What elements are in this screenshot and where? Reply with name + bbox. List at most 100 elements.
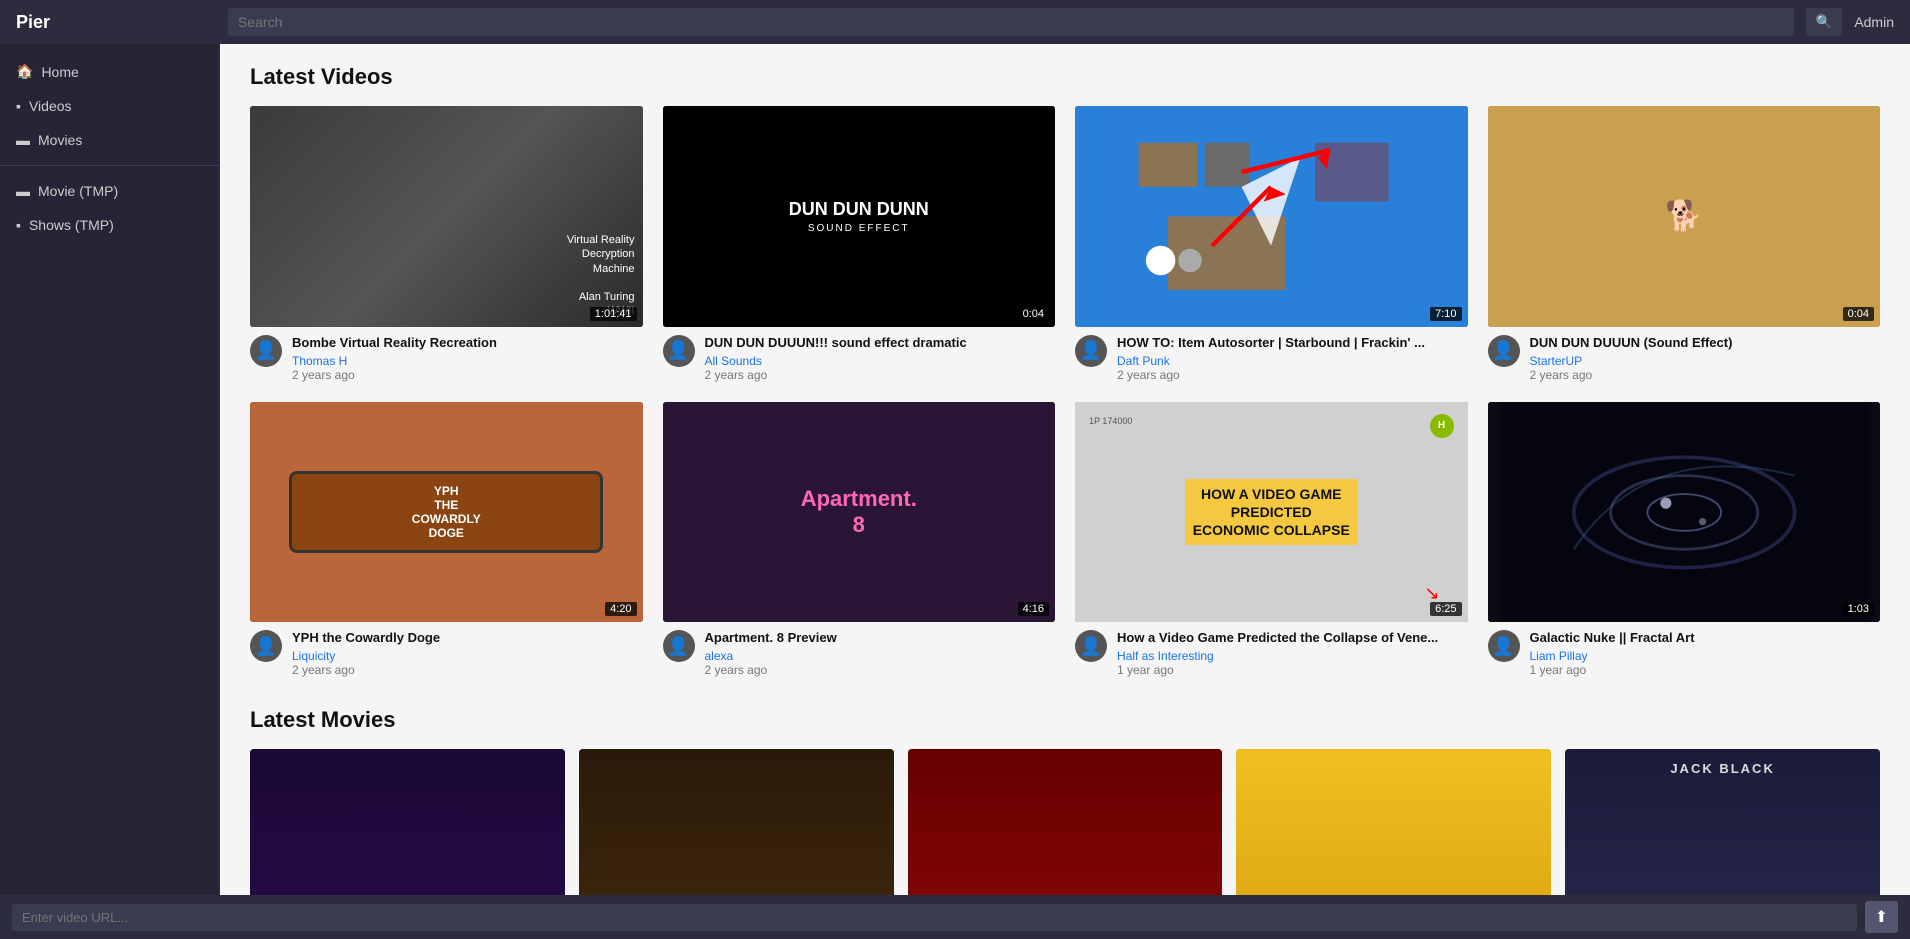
video-meta: Bombe Virtual Reality Recreation Thomas … xyxy=(292,335,643,382)
avatar: 👤 xyxy=(663,630,695,662)
sidebar: 🏠 Home ▪ Videos ▬ Movies ▬ Movie (TMP) ▪… xyxy=(0,44,220,895)
movie-card-avengers[interactable] xyxy=(250,749,565,895)
sidebar-item-home[interactable]: 🏠 Home xyxy=(0,54,219,89)
video-url-input[interactable] xyxy=(12,904,1857,931)
video-meta: YPH the Cowardly Doge Liquicity 2 years … xyxy=(292,630,643,677)
video-title: DUN DUN DUUUN (Sound Effect) xyxy=(1530,335,1881,352)
movie-card-austin[interactable]: MIKE MYERS xyxy=(1236,749,1551,895)
shows-tmp-icon: ▪ xyxy=(16,217,21,233)
video-info: 👤 YPH the Cowardly Doge Liquicity 2 year… xyxy=(250,630,643,677)
video-meta: Apartment. 8 Preview alexa 2 years ago xyxy=(705,630,1056,677)
latest-movies-title: Latest Movies xyxy=(250,707,1880,733)
movie-card-jackblack[interactable]: JACK BLACK xyxy=(1565,749,1880,895)
video-card-starbound[interactable]: 7:10 👤 HOW TO: Item Autosorter | Starbou… xyxy=(1075,106,1468,382)
avatar: 👤 xyxy=(1075,335,1107,367)
video-duration: 1:01:41 xyxy=(590,307,637,321)
video-meta: Galactic Nuke || Fractal Art Liam Pillay… xyxy=(1530,630,1881,677)
video-date: 2 years ago xyxy=(705,368,1056,382)
video-meta: DUN DUN DUUUN!!! sound effect dramatic A… xyxy=(705,335,1056,382)
app-logo: Pier xyxy=(16,12,216,33)
video-info: 👤 HOW TO: Item Autosorter | Starbound | … xyxy=(1075,335,1468,382)
sidebar-item-label: Shows (TMP) xyxy=(29,217,114,233)
topbar: Pier 🔍 Admin xyxy=(0,0,1910,44)
sidebar-item-label: Home xyxy=(41,64,78,80)
video-channel: Half as Interesting xyxy=(1117,649,1468,663)
video-info: 👤 Apartment. 8 Preview alexa 2 years ago xyxy=(663,630,1056,677)
video-card-yph[interactable]: YPHTHECOWARDLYDOGE 4:20 👤 YPH the Coward… xyxy=(250,402,643,678)
video-info: 👤 Bombe Virtual Reality Recreation Thoma… xyxy=(250,335,643,382)
video-card-dundun2[interactable]: 🐕 0:04 👤 DUN DUN DUUUN (Sound Effect) St… xyxy=(1488,106,1881,382)
upload-button[interactable]: ⬆ xyxy=(1865,901,1898,933)
upload-icon: ⬆ xyxy=(1875,909,1888,926)
video-duration: 0:04 xyxy=(1843,307,1874,321)
avatar: 👤 xyxy=(1488,335,1520,367)
video-meta: DUN DUN DUUUN (Sound Effect) StarterUP 2… xyxy=(1530,335,1881,382)
video-title: HOW TO: Item Autosorter | Starbound | Fr… xyxy=(1117,335,1468,352)
sidebar-item-videos[interactable]: ▪ Videos xyxy=(0,89,219,123)
video-date: 2 years ago xyxy=(705,663,1056,677)
sidebar-item-label: Movie (TMP) xyxy=(38,183,118,199)
video-card-videogame[interactable]: 1P 174000 H HOW A VIDEO GAMEPREDICTEDECO… xyxy=(1075,402,1468,678)
video-channel: Liam Pillay xyxy=(1530,649,1881,663)
videos-icon: ▪ xyxy=(16,98,21,114)
video-card-apartment[interactable]: Apartment.8 4:16 👤 Apartment. 8 Preview … xyxy=(663,402,1056,678)
movies-icon: ▬ xyxy=(16,132,30,148)
latest-videos-title: Latest Videos xyxy=(250,64,1880,90)
video-info: 👤 How a Video Game Predicted the Collaps… xyxy=(1075,630,1468,677)
video-duration: 4:20 xyxy=(605,602,636,616)
video-info: 👤 DUN DUN DUUUN (Sound Effect) StarterUP… xyxy=(1488,335,1881,382)
search-button[interactable]: 🔍 xyxy=(1806,8,1843,36)
avatar: 👤 xyxy=(1075,630,1107,662)
sidebar-item-movie-tmp[interactable]: ▬ Movie (TMP) xyxy=(0,174,219,208)
video-channel: Thomas H xyxy=(292,354,643,368)
video-meta: HOW TO: Item Autosorter | Starbound | Fr… xyxy=(1117,335,1468,382)
video-date: 1 year ago xyxy=(1530,663,1881,677)
user-label: Admin xyxy=(1854,14,1894,30)
video-channel: All Sounds xyxy=(705,354,1056,368)
avatar: 👤 xyxy=(663,335,695,367)
video-title: Bombe Virtual Reality Recreation xyxy=(292,335,643,352)
video-channel: Liquicity xyxy=(292,649,643,663)
search-input[interactable] xyxy=(228,8,1794,36)
video-card-fractal[interactable]: 1:03 👤 Galactic Nuke || Fractal Art Liam… xyxy=(1488,402,1881,678)
video-date: 2 years ago xyxy=(292,663,643,677)
movie-tmp-icon: ▬ xyxy=(16,183,30,199)
video-date: 1 year ago xyxy=(1117,663,1468,677)
video-duration: 1:03 xyxy=(1843,602,1874,616)
avatar: 👤 xyxy=(250,630,282,662)
video-info: 👤 DUN DUN DUUUN!!! sound effect dramatic… xyxy=(663,335,1056,382)
video-channel: Daft Punk xyxy=(1117,354,1468,368)
video-channel: alexa xyxy=(705,649,1056,663)
video-title: Apartment. 8 Preview xyxy=(705,630,1056,647)
movie-card-braveheart[interactable] xyxy=(579,749,894,895)
main-content: Latest Videos Virtual RealityDecryptionM… xyxy=(220,44,1910,895)
video-date: 2 years ago xyxy=(1117,368,1468,382)
video-meta: How a Video Game Predicted the Collapse … xyxy=(1117,630,1468,677)
video-channel: StarterUP xyxy=(1530,354,1881,368)
video-card-dundun1[interactable]: DUN DUN DUNN SOUND EFFECT 0:04 👤 DUN DUN… xyxy=(663,106,1056,382)
video-date: 2 years ago xyxy=(1530,368,1881,382)
video-info: 👤 Galactic Nuke || Fractal Art Liam Pill… xyxy=(1488,630,1881,677)
video-title: DUN DUN DUUUN!!! sound effect dramatic xyxy=(705,335,1056,352)
bottombar: ⬆ xyxy=(0,895,1910,939)
video-duration: 7:10 xyxy=(1430,307,1461,321)
video-date: 2 years ago xyxy=(292,368,643,382)
movie-grid: SETH ROGEN JAMES FRANCO PINEAPPLEEXPRESS… xyxy=(250,749,1880,895)
fractal-thumbnail-svg xyxy=(1488,402,1881,623)
sidebar-item-shows-tmp[interactable]: ▪ Shows (TMP) xyxy=(0,208,219,242)
video-duration: 0:04 xyxy=(1018,307,1049,321)
sidebar-item-label: Videos xyxy=(29,98,72,114)
video-grid: Virtual RealityDecryptionMachineAlan Tur… xyxy=(250,106,1880,677)
video-duration: 4:16 xyxy=(1018,602,1049,616)
starbound-thumbnail-svg xyxy=(1114,128,1428,305)
home-icon: 🏠 xyxy=(16,63,33,80)
sidebar-divider xyxy=(0,165,219,166)
video-title: YPH the Cowardly Doge xyxy=(292,630,643,647)
sidebar-item-movies[interactable]: ▬ Movies xyxy=(0,123,219,157)
sidebar-item-label: Movies xyxy=(38,132,82,148)
avatar: 👤 xyxy=(1488,630,1520,662)
video-title: How a Video Game Predicted the Collapse … xyxy=(1117,630,1468,647)
video-title: Galactic Nuke || Fractal Art xyxy=(1530,630,1881,647)
movie-card-pineapple[interactable]: SETH ROGEN JAMES FRANCO PINEAPPLEEXPRESS… xyxy=(908,749,1223,895)
video-card-bombe[interactable]: Virtual RealityDecryptionMachineAlan Tur… xyxy=(250,106,643,382)
